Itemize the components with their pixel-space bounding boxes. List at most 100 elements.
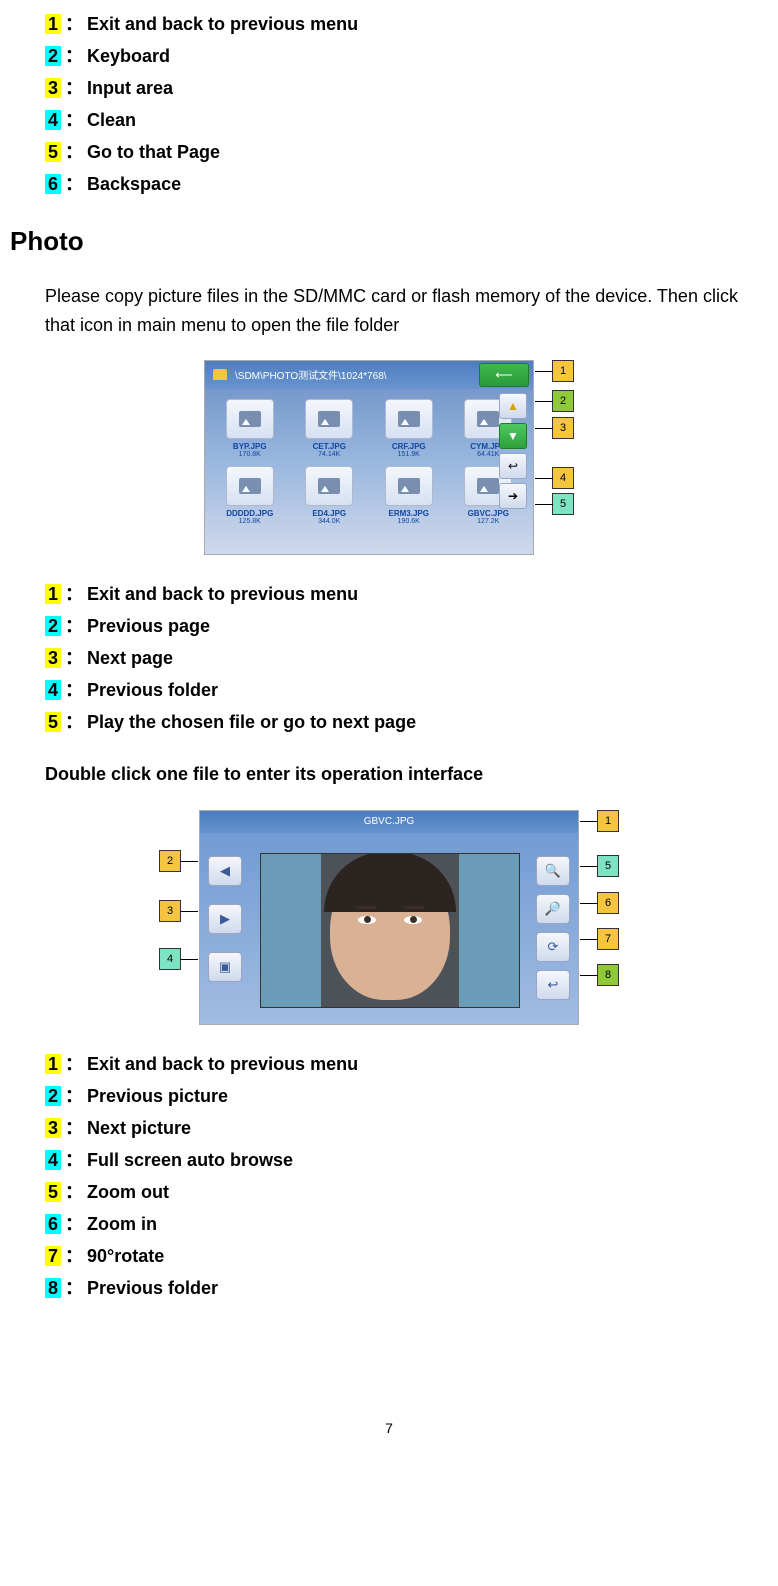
colon-separator: ：: [65, 1278, 83, 1298]
colon-separator: ：: [65, 110, 83, 130]
legend-number: 2: [45, 616, 61, 636]
next-page-button[interactable]: ▼: [499, 423, 527, 449]
legend-text: Previous page: [87, 616, 210, 636]
file-thumbnail[interactable]: DDDDD.JPG125.8K: [213, 466, 287, 525]
prev-folder-button[interactable]: ↩: [499, 453, 527, 479]
callout-3: 3: [552, 417, 574, 439]
legend-number: 3: [45, 1118, 61, 1138]
legend-number: 4: [45, 680, 61, 700]
thumbnail-icon: [305, 399, 353, 439]
legend-item: 7：90°rotate: [45, 1242, 768, 1268]
file-name: ED4.JPG: [293, 509, 367, 518]
legend-number: 4: [45, 110, 61, 130]
callouts-right-shot2: 1 5 6 7 8: [597, 810, 619, 986]
file-size: 344.0K: [293, 518, 367, 525]
prev-folder-button[interactable]: ↩: [536, 970, 570, 1000]
legend-number: 3: [45, 648, 61, 668]
file-nav-buttons: ▲ ▼ ↩ ➔: [499, 393, 527, 509]
colon-separator: ：: [65, 1246, 83, 1266]
legend-text: Backspace: [87, 174, 181, 194]
filepath-text: \SDM\PHOTO测试文件\1024*768\: [235, 367, 475, 382]
colon-separator: ：: [65, 1086, 83, 1106]
file-name: BYP.JPG: [213, 442, 287, 451]
thumbnail-icon: [385, 399, 433, 439]
colon-separator: ：: [65, 1118, 83, 1138]
legend-item: 2：Keyboard: [45, 42, 768, 68]
legend-text: Exit and back to previous menu: [87, 14, 358, 34]
legend-text: Zoom in: [87, 1214, 157, 1234]
prev-picture-button[interactable]: ◀: [208, 856, 242, 886]
legend-text: Next picture: [87, 1118, 191, 1138]
exit-button[interactable]: ⟵: [479, 363, 529, 387]
callout-5: 5: [597, 855, 619, 877]
legend-text: Play the chosen file or go to next page: [87, 712, 416, 732]
colon-separator: ：: [65, 1214, 83, 1234]
colon-separator: ：: [65, 616, 83, 636]
callout-3: 3: [159, 900, 181, 922]
legend-item: 6：Zoom in: [45, 1210, 768, 1236]
zoom-out-button[interactable]: 🔍: [536, 856, 570, 886]
legend-text: Exit and back to previous menu: [87, 1054, 358, 1074]
file-thumbnail[interactable]: BYP.JPG170.8K: [213, 399, 287, 458]
colon-separator: ：: [65, 14, 83, 34]
legend-number: 2: [45, 46, 61, 66]
callout-2: 2: [159, 850, 181, 872]
legend-item: 2：Previous picture: [45, 1082, 768, 1108]
file-name: ERM3.JPG: [372, 509, 446, 518]
file-browser-titlebar: \SDM\PHOTO测试文件\1024*768\ ⟵: [205, 361, 533, 389]
colon-separator: ：: [65, 46, 83, 66]
zoom-in-button[interactable]: 🔎: [536, 894, 570, 924]
slideshow-button[interactable]: ▣: [208, 952, 242, 982]
legend-number: 5: [45, 1182, 61, 1202]
file-name: DDDDD.JPG: [213, 509, 287, 518]
colon-separator: ：: [65, 142, 83, 162]
legend-item: 1：Exit and back to previous menu: [45, 1050, 768, 1076]
legend-text: Clean: [87, 110, 136, 130]
play-go-button[interactable]: ➔: [499, 483, 527, 509]
file-size: 190.6K: [372, 518, 446, 525]
file-size: 127.2K: [452, 518, 526, 525]
file-thumbnail[interactable]: ERM3.JPG190.6K: [372, 466, 446, 525]
legend-text: Keyboard: [87, 46, 170, 66]
colon-separator: ：: [65, 1054, 83, 1074]
next-picture-button[interactable]: ▶: [208, 904, 242, 934]
prev-page-button[interactable]: ▲: [499, 393, 527, 419]
legend-item: 5：Go to that Page: [45, 138, 768, 164]
file-grid: BYP.JPG170.8KCET.JPG74.14KCRF.JPG151.9KC…: [205, 389, 533, 535]
legend-number: 1: [45, 14, 61, 34]
legend-text: Previous folder: [87, 680, 218, 700]
file-thumbnail[interactable]: CRF.JPG151.9K: [372, 399, 446, 458]
legend-item: 1：Exit and back to previous menu: [45, 580, 768, 606]
section-heading-photo: Photo: [10, 226, 768, 257]
legend-number: 1: [45, 1054, 61, 1074]
colon-separator: ：: [65, 680, 83, 700]
colon-separator: ：: [65, 648, 83, 668]
legend-list-2: 1：Exit and back to previous menu2：Previo…: [45, 580, 768, 734]
legend-item: 8：Previous folder: [45, 1274, 768, 1300]
legend-number: 5: [45, 712, 61, 732]
legend-number: 5: [45, 142, 61, 162]
rotate-button[interactable]: ⟳: [536, 932, 570, 962]
legend-text: Go to that Page: [87, 142, 220, 162]
thumbnail-icon: [385, 466, 433, 506]
callout-6: 6: [597, 892, 619, 914]
thumbnail-icon: [305, 466, 353, 506]
legend-list-3: 1：Exit and back to previous menu2：Previo…: [45, 1050, 768, 1300]
callout-7: 7: [597, 928, 619, 950]
file-thumbnail[interactable]: ED4.JPG344.0K: [293, 466, 367, 525]
intro-paragraph: Please copy picture files in the SD/MMC …: [45, 282, 768, 340]
photo-title: GBVC.JPG: [200, 811, 578, 833]
callout-5: 5: [552, 493, 574, 515]
photo-display: [260, 853, 520, 1008]
double-click-note: Double click one file to enter its opera…: [45, 764, 768, 785]
legend-item: 3：Input area: [45, 74, 768, 100]
legend-text: Previous folder: [87, 1278, 218, 1298]
colon-separator: ：: [65, 1150, 83, 1170]
legend-number: 6: [45, 1214, 61, 1234]
legend-item: 4：Previous folder: [45, 676, 768, 702]
callout-1: 1: [597, 810, 619, 832]
legend-text: Input area: [87, 78, 173, 98]
file-thumbnail[interactable]: CET.JPG74.14K: [293, 399, 367, 458]
legend-number: 1: [45, 584, 61, 604]
file-size: 74.14K: [293, 451, 367, 458]
